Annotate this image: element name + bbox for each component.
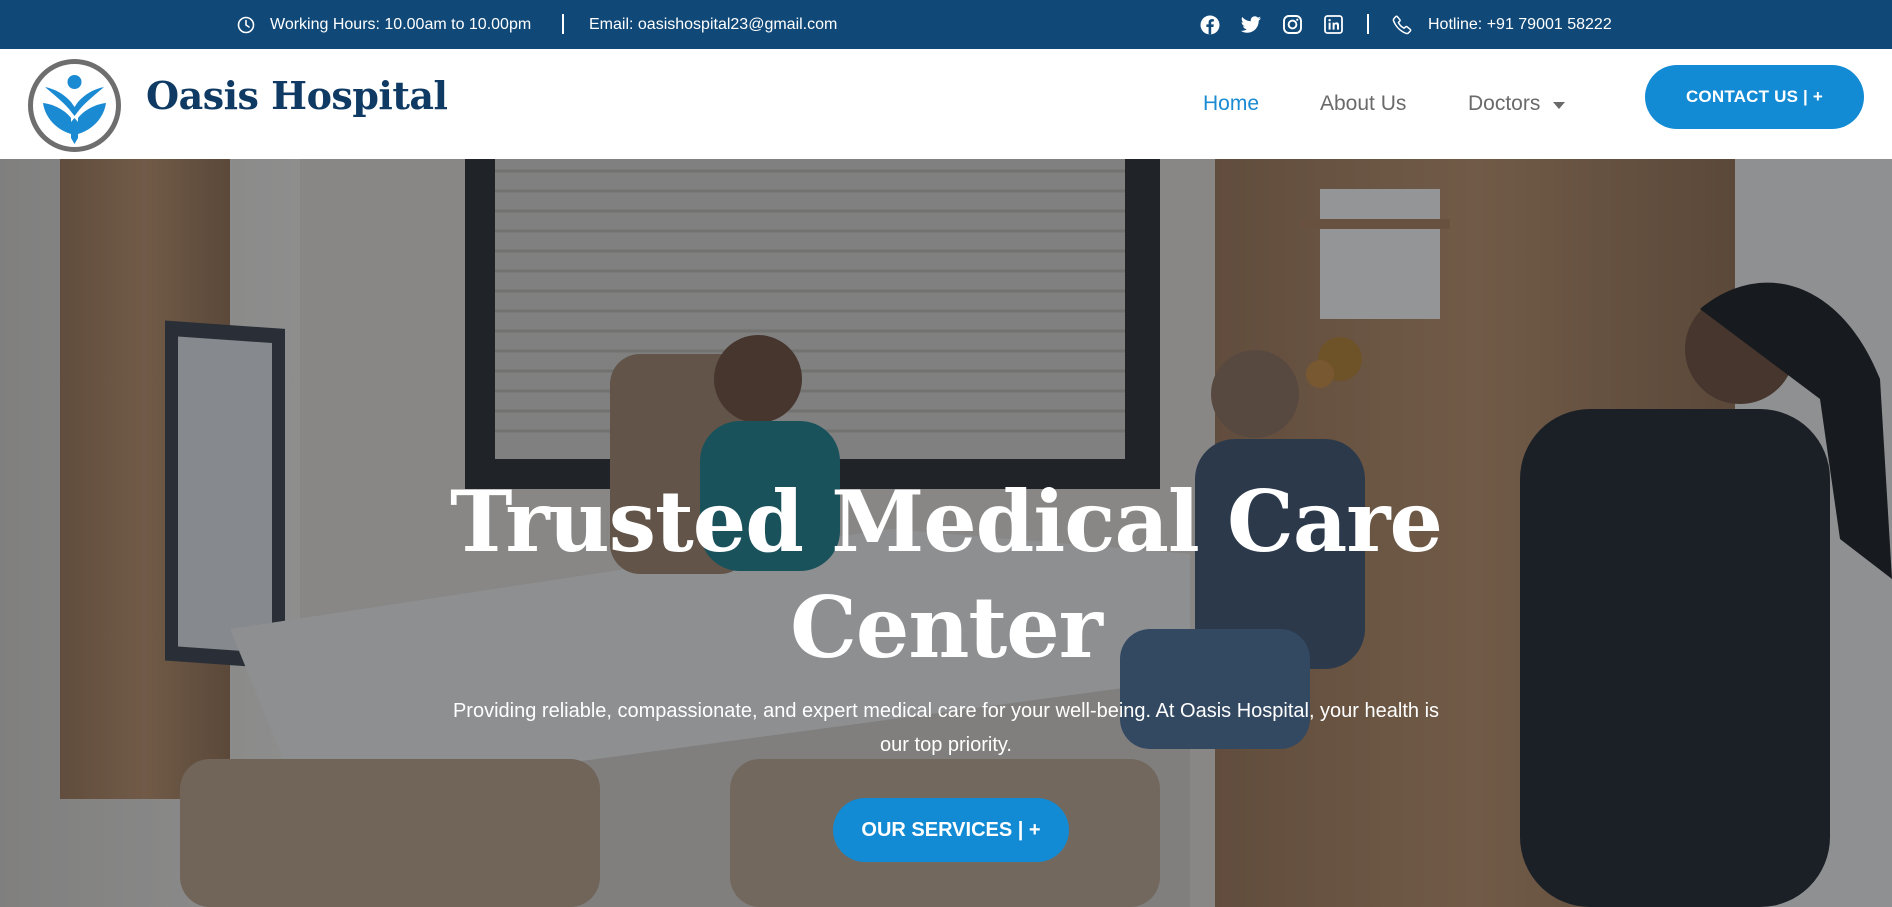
contact-us-button[interactable]: CONTACT US | + <box>1645 65 1864 129</box>
nav-item-about[interactable]: About Us <box>1320 49 1406 159</box>
hero-title: Trusted Medical Care Center <box>449 472 1443 677</box>
phone-icon <box>1392 14 1412 35</box>
hotline-text[interactable]: Hotline: +91 79001 58222 <box>1428 16 1612 34</box>
divider <box>562 14 564 34</box>
chevron-down-icon[interactable] <box>1553 101 1566 109</box>
brand-name[interactable]: Oasis Hospital <box>146 73 448 123</box>
working-hours-text: Working Hours: 10.00am to 10.00pm <box>270 15 532 33</box>
email-contact[interactable]: Email: oasishospital23@gmail.com <box>589 0 837 49</box>
hero-section: Trusted Medical Care Center Providing re… <box>0 159 1892 907</box>
nav-about-link[interactable]: About Us <box>1320 92 1406 116</box>
nav-home-link[interactable]: Home <box>1203 92 1259 116</box>
top-info-bar: Working Hours: 10.00am to 10.00pm Email:… <box>0 0 1892 49</box>
nav-item-home[interactable]: Home <box>1203 49 1259 159</box>
twitter-icon[interactable] <box>1240 14 1262 36</box>
our-services-button[interactable]: OUR SERVICES | + <box>833 798 1069 862</box>
hospital-logo-icon[interactable] <box>27 58 122 153</box>
hotline-contact[interactable]: Hotline: +91 79001 58222 <box>1392 0 1612 49</box>
nav-doctors-link[interactable]: Doctors <box>1468 92 1540 116</box>
site-header: Oasis Hospital Home About Us Doctors CON… <box>0 49 1892 159</box>
nav-item-doctors[interactable]: Doctors <box>1468 49 1566 159</box>
email-text[interactable]: Email: oasishospital23@gmail.com <box>589 16 837 34</box>
clock-icon <box>237 16 255 34</box>
linkedin-icon[interactable] <box>1322 14 1344 36</box>
hero-subtitle: Providing reliable, compassionate, and e… <box>452 700 1440 756</box>
facebook-icon[interactable] <box>1199 14 1221 36</box>
working-hours: Working Hours: 10.00am to 10.00pm <box>237 0 531 49</box>
social-links <box>1199 0 1363 49</box>
instagram-icon[interactable] <box>1281 14 1303 36</box>
divider <box>1367 14 1369 34</box>
